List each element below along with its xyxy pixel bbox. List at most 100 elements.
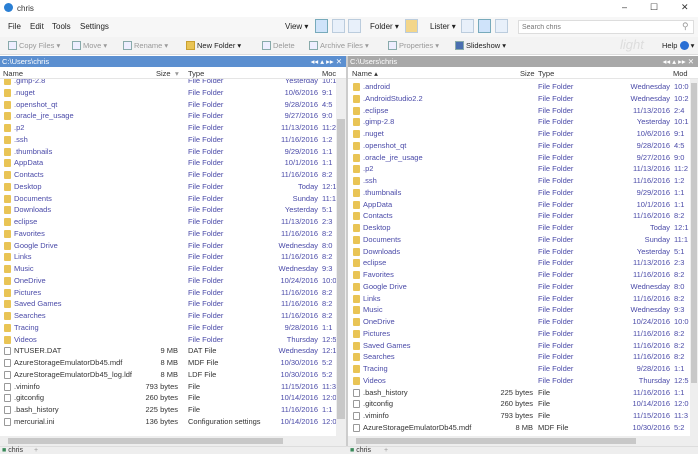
slideshow-button[interactable]: Slideshow ▾ — [455, 41, 506, 50]
folder-row[interactable]: Saved Games File Folder 11/16/2016 8:2 — [0, 298, 336, 310]
menu-edit[interactable]: Edit — [30, 22, 44, 31]
folder-row[interactable]: .p2 File Folder 11/13/2016 11:2 — [0, 122, 336, 134]
folder-row[interactable]: Saved Games File Folder 11/16/2016 8:2 — [348, 340, 690, 352]
right-col-size[interactable]: Size — [520, 69, 535, 78]
left-col-type[interactable]: Type — [188, 69, 204, 78]
folder-row[interactable]: Music File Folder Wednesday 9:3 — [348, 304, 690, 316]
right-col-name[interactable]: Name ▴ — [352, 69, 378, 78]
folder-row[interactable]: Links File Folder 11/16/2016 8:2 — [0, 251, 336, 263]
lister-dropdown[interactable]: Lister ▾ — [430, 22, 456, 31]
view-layout-1-button[interactable] — [315, 19, 328, 33]
file-row[interactable]: .gitconfig 260 bytes File 10/14/2016 12:0 — [0, 392, 336, 404]
view-dropdown[interactable]: View ▾ — [285, 22, 308, 31]
left-horizontal-scrollbar[interactable] — [0, 436, 346, 446]
folder-row[interactable]: .thumbnails File Folder 9/29/2016 1:1 — [0, 146, 336, 158]
left-scroll-thumb[interactable] — [337, 119, 345, 419]
new-folder-button[interactable]: New Folder ▾ — [186, 41, 241, 50]
folder-row[interactable]: .android File Folder Wednesday 10:0 — [348, 81, 690, 93]
folder-row[interactable]: Favorites File Folder 11/16/2016 8:2 — [0, 228, 336, 240]
folder-row[interactable]: .openshot_qt File Folder 9/28/2016 4:5 — [348, 140, 690, 152]
folder-row[interactable]: Downloads File Folder Yesterday 5:1 — [348, 246, 690, 258]
menu-file[interactable]: File — [8, 22, 21, 31]
folder-row[interactable]: .AndroidStudio2.2 File Folder Wednesday 10:… — [348, 93, 690, 105]
folder-row[interactable]: .oracle_jre_usage File Folder 9/27/2016 9:0 — [348, 152, 690, 164]
folder-row[interactable]: Searches File Folder 11/16/2016 8:2 — [0, 310, 336, 322]
folder-row[interactable]: OneDrive File Folder 10/24/2016 10:0 — [348, 316, 690, 328]
right-path-bar[interactable]: C:\Users\chris ◂◂ ▴ ▸▸ ✕ — [348, 56, 698, 67]
folder-row[interactable]: .nuget File Folder 10/6/2016 9:1 — [348, 128, 690, 140]
help-button[interactable]: Help ▾ — [662, 41, 694, 50]
minimize-button[interactable]: – — [622, 2, 627, 12]
folder-row[interactable]: .thumbnails File Folder 9/29/2016 1:1 — [348, 187, 690, 199]
folder-row[interactable]: Contacts File Folder 11/16/2016 8:2 — [348, 210, 690, 222]
folder-row[interactable]: Searches File Folder 11/16/2016 8:2 — [348, 351, 690, 363]
folder-row[interactable]: Documents File Folder Sunday 11:1 — [0, 193, 336, 205]
view-layout-2-button[interactable] — [332, 19, 345, 33]
maximize-button[interactable]: ☐ — [650, 2, 658, 13]
copy-files-button[interactable]: Copy Files ▾ — [8, 41, 60, 50]
folder-row[interactable]: .ssh File Folder 11/16/2016 1:2 — [348, 175, 690, 187]
right-scroll-thumb[interactable] — [691, 83, 697, 383]
folder-row[interactable]: Tracing File Folder 9/28/2016 1:1 — [0, 322, 336, 334]
folder-row[interactable]: Tracing File Folder 9/28/2016 1:1 — [348, 363, 690, 375]
folder-tree-button[interactable] — [405, 19, 418, 33]
folder-row[interactable]: eclipse File Folder 11/13/2016 2:3 — [0, 216, 336, 228]
archive-files-button[interactable]: Archive Files ▾ — [309, 41, 369, 50]
properties-button[interactable]: Properties ▾ — [388, 41, 439, 50]
file-row[interactable]: .viminfo 793 bytes File 11/15/2016 11:3 — [348, 410, 690, 422]
left-col-size[interactable]: Size — [156, 69, 171, 78]
file-row[interactable]: NTUSER.DAT 9 MB DAT File Wednesday 12:1 — [0, 345, 336, 357]
folder-row[interactable]: .eclipse File Folder 11/13/2016 2:4 — [348, 105, 690, 117]
folder-row[interactable]: Pictures File Folder 11/16/2016 8:2 — [348, 328, 690, 340]
folder-row[interactable]: Videos File Folder Thursday 12:5 — [0, 334, 336, 346]
rename-button[interactable]: Rename ▾ — [123, 41, 168, 50]
close-button[interactable]: ✕ — [681, 2, 689, 13]
folder-row[interactable]: Contacts File Folder 11/16/2016 8:2 — [0, 169, 336, 181]
file-row[interactable]: AzureStorageEmulatorDb45.mdf 8 MB MDF File… — [348, 422, 690, 434]
file-row[interactable]: mercurial.ini 136 bytes Configuration sett… — [0, 416, 336, 428]
delete-button[interactable]: Delete — [262, 41, 295, 50]
right-horizontal-scrollbar[interactable] — [348, 436, 698, 446]
folder-row[interactable]: Favorites File Folder 11/16/2016 8:2 — [348, 269, 690, 281]
right-hscroll-thumb[interactable] — [356, 438, 636, 444]
menu-settings[interactable]: Settings — [80, 22, 109, 31]
left-vertical-scrollbar[interactable] — [336, 79, 346, 436]
folder-row[interactable]: Pictures File Folder 11/16/2016 8:2 — [0, 287, 336, 299]
file-row[interactable]: .bash_history 225 bytes File 11/16/2016 1:1 — [0, 404, 336, 416]
left-col-modified[interactable]: Moc — [322, 69, 336, 78]
move-button[interactable]: Move ▾ — [72, 41, 107, 50]
right-vertical-scrollbar[interactable] — [690, 79, 698, 436]
folder-row[interactable]: .oracle_jre_usage File Folder 9/27/2016 9:0 — [0, 110, 336, 122]
folder-row[interactable]: Downloads File Folder Yesterday 5:1 — [0, 204, 336, 216]
folder-row[interactable]: AppData File Folder 10/1/2016 1:1 — [348, 199, 690, 211]
file-row[interactable]: .viminfo 793 bytes File 11/15/2016 11:3 — [0, 381, 336, 393]
folder-row[interactable]: OneDrive File Folder 10/24/2016 10:0 — [0, 275, 336, 287]
file-row[interactable]: .gitconfig 260 bytes File 10/14/2016 12:0 — [348, 398, 690, 410]
folder-row[interactable]: Desktop File Folder Today 12:1 — [0, 181, 336, 193]
folder-row[interactable]: Google Drive File Folder Wednesday 8:0 — [0, 240, 336, 252]
lister-vertical-button[interactable] — [495, 19, 508, 33]
left-hscroll-thumb[interactable] — [8, 438, 283, 444]
folder-row[interactable]: .gimp-2.8 File Folder Yesterday 10:1 — [0, 79, 336, 87]
folder-row[interactable]: .openshot_qt File Folder 9/28/2016 4:5 — [0, 99, 336, 111]
folder-row[interactable]: Google Drive File Folder Wednesday 8:0 — [348, 281, 690, 293]
folder-row[interactable]: Desktop File Folder Today 12:1 — [348, 222, 690, 234]
search-input[interactable] — [518, 20, 694, 34]
folder-row[interactable]: eclipse File Folder 11/13/2016 2:3 — [348, 257, 690, 269]
left-nav-buttons[interactable]: ◂◂ ▴ ▸▸ ✕ — [311, 56, 342, 67]
file-row[interactable]: AzureStorageEmulatorDb45_log.ldf 8 MB LDF … — [0, 369, 336, 381]
folder-row[interactable]: Links File Folder 11/16/2016 8:2 — [348, 293, 690, 305]
view-layout-3-button[interactable] — [348, 19, 361, 33]
lister-dual-button[interactable] — [478, 19, 491, 33]
folder-row[interactable]: AppData File Folder 10/1/2016 1:1 — [0, 157, 336, 169]
folder-row[interactable]: .nuget File Folder 10/6/2016 9:1 — [0, 87, 336, 99]
folder-row[interactable]: Music File Folder Wednesday 9:3 — [0, 263, 336, 275]
lister-single-button[interactable] — [461, 19, 474, 33]
folder-row[interactable]: .gimp-2.8 File Folder Yesterday 10:1 — [348, 116, 690, 128]
right-nav-buttons[interactable]: ◂◂ ▴ ▸▸ ✕ — [663, 56, 694, 67]
menu-tools[interactable]: Tools — [52, 22, 71, 31]
folder-row[interactable]: .ssh File Folder 11/16/2016 1:2 — [0, 134, 336, 146]
folder-row[interactable]: .p2 File Folder 11/13/2016 11:2 — [348, 163, 690, 175]
right-col-modified[interactable]: Mod — [673, 69, 688, 78]
folder-row[interactable]: Videos File Folder Thursday 12:5 — [348, 375, 690, 387]
